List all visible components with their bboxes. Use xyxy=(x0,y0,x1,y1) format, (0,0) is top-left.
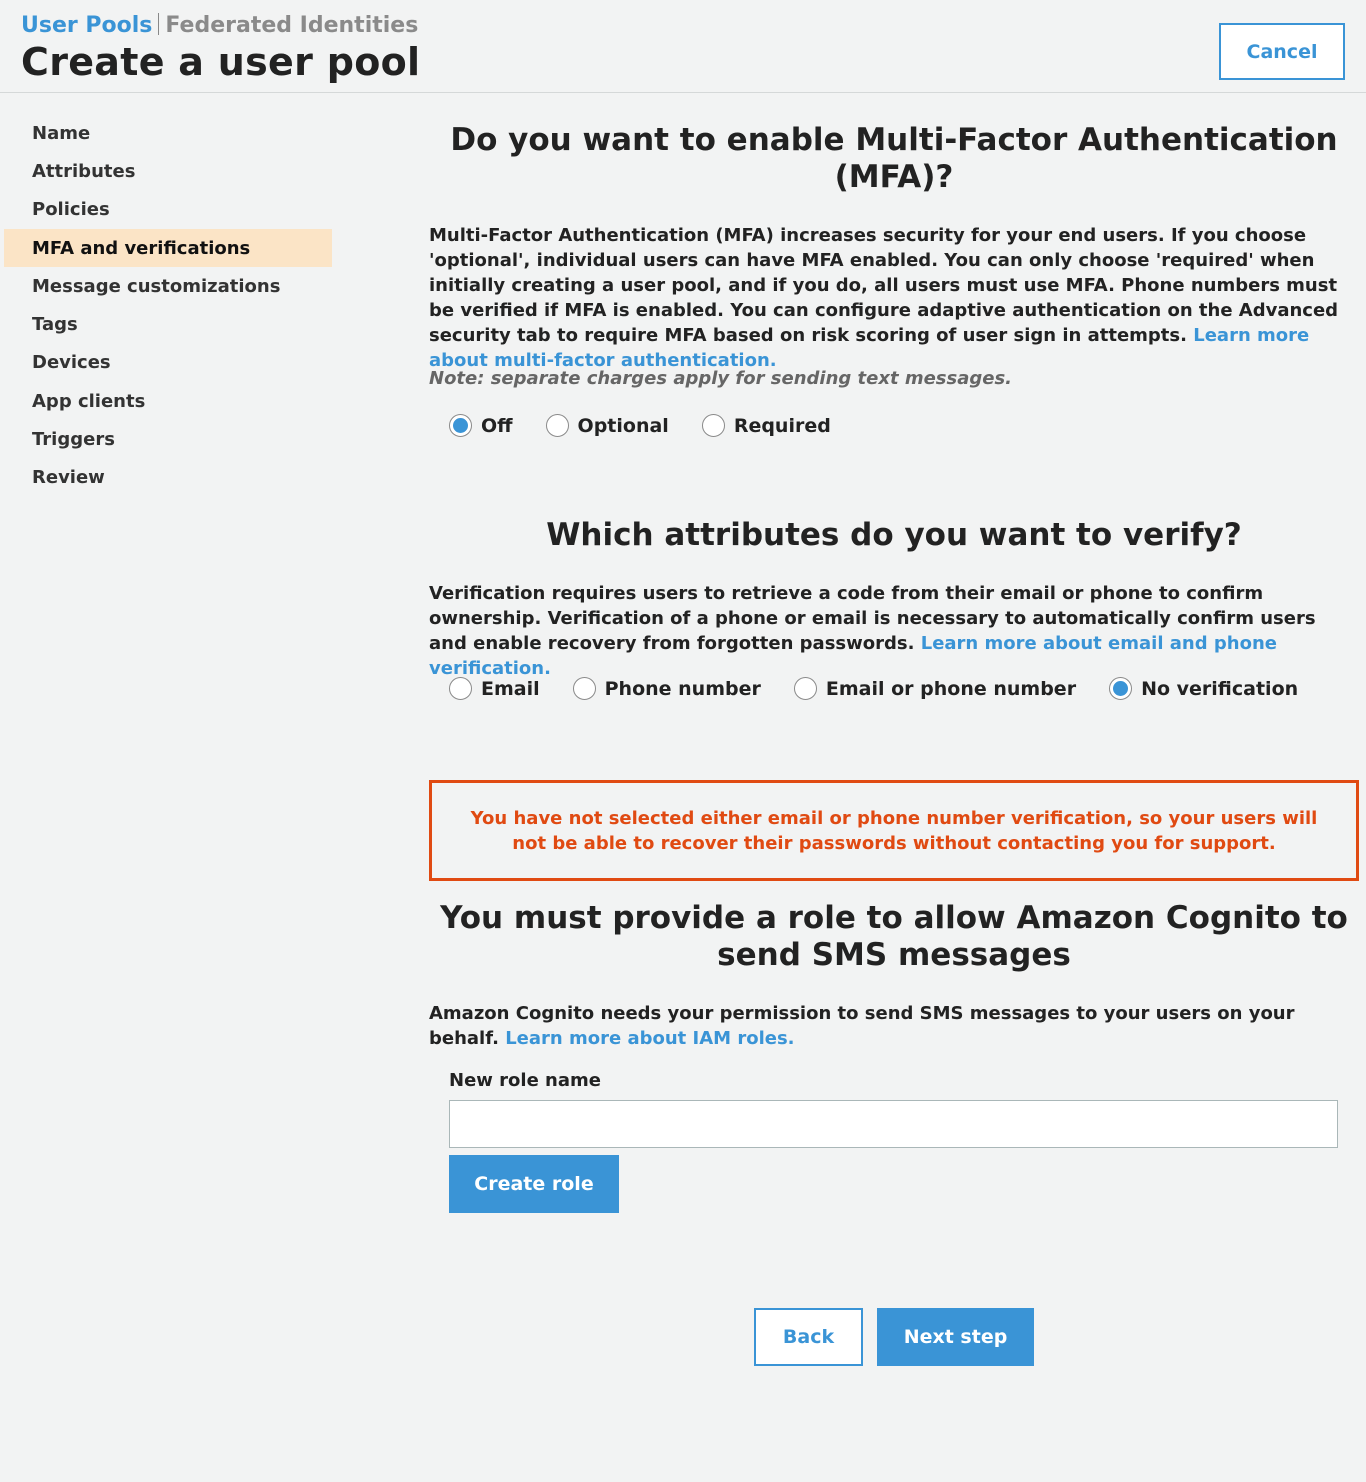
radio-button[interactable] xyxy=(545,414,569,437)
verify-option-email[interactable]: Email xyxy=(449,677,540,700)
sms-role-description: Amazon Cognito needs your permission to … xyxy=(429,1001,1359,1051)
verify-option-none-label: No verification xyxy=(1141,677,1299,700)
breadcrumb: User Pools Federated Identities xyxy=(21,13,418,38)
mfa-option-optional-label: Optional xyxy=(577,414,669,437)
sidebar-item-review[interactable]: Review xyxy=(0,459,335,497)
radio-button-checked[interactable] xyxy=(449,414,472,437)
verify-option-phone-label: Phone number xyxy=(604,677,761,700)
sidebar-item-name[interactable]: Name xyxy=(0,114,335,152)
sidebar-item-triggers[interactable]: Triggers xyxy=(0,420,335,458)
mfa-option-off-label: Off xyxy=(481,414,513,437)
mfa-section-title: Do you want to enable Multi-Factor Authe… xyxy=(450,122,1338,195)
radio-button[interactable] xyxy=(701,414,725,437)
radio-button-checked[interactable] xyxy=(1109,677,1133,700)
verify-option-phone[interactable]: Phone number xyxy=(572,677,761,700)
role-name-label: New role name xyxy=(449,1070,601,1091)
sidebar-item-message-customizations[interactable]: Message customizations xyxy=(0,267,335,305)
breadcrumb-user-pools[interactable]: User Pools xyxy=(21,13,152,38)
role-name-input[interactable] xyxy=(449,1100,1338,1148)
mfa-description: Multi-Factor Authentication (MFA) increa… xyxy=(429,223,1359,373)
verify-option-email-label: Email xyxy=(481,677,540,700)
verify-option-email-or-phone[interactable]: Email or phone number xyxy=(793,677,1077,700)
wizard-sidebar: Name Attributes Policies MFA and verific… xyxy=(0,114,335,497)
sidebar-item-devices[interactable]: Devices xyxy=(0,344,335,382)
verification-warning: You have not selected either email or ph… xyxy=(429,780,1359,881)
mfa-radio-group: Off Optional Required xyxy=(449,414,831,437)
page-header: User Pools Federated Identities Create a … xyxy=(0,0,1366,93)
mfa-option-required[interactable]: Required xyxy=(701,414,831,437)
breadcrumb-federated-identities[interactable]: Federated Identities xyxy=(165,13,418,38)
next-step-button[interactable]: Next step xyxy=(877,1308,1034,1366)
mfa-option-off[interactable]: Off xyxy=(449,414,513,437)
radio-button[interactable] xyxy=(449,677,472,700)
verification-warning-text: You have not selected either email or ph… xyxy=(470,807,1318,854)
create-role-button[interactable]: Create role xyxy=(449,1155,619,1213)
sidebar-item-attributes[interactable]: Attributes xyxy=(0,152,335,190)
sms-role-section-title: You must provide a role to allow Amazon … xyxy=(440,900,1348,973)
breadcrumb-divider xyxy=(158,13,160,35)
verify-section-title: Which attributes do you want to verify? xyxy=(546,517,1242,553)
cancel-button[interactable]: Cancel xyxy=(1219,23,1345,80)
mfa-option-optional[interactable]: Optional xyxy=(545,414,669,437)
verify-option-email-or-phone-label: Email or phone number xyxy=(825,677,1077,700)
radio-button[interactable] xyxy=(793,677,817,700)
mfa-charges-note: Note: separate charges apply for sending… xyxy=(429,368,1013,389)
verify-option-none[interactable]: No verification xyxy=(1109,677,1298,700)
mfa-option-required-label: Required xyxy=(733,414,831,437)
sidebar-item-mfa-and-verifications[interactable]: MFA and verifications xyxy=(4,228,332,268)
sidebar-item-policies[interactable]: Policies xyxy=(0,191,335,229)
page-title: Create a user pool xyxy=(21,40,421,84)
sidebar-item-tags[interactable]: Tags xyxy=(0,305,335,343)
back-button[interactable]: Back xyxy=(754,1308,863,1366)
verify-description: Verification requires users to retrieve … xyxy=(429,581,1359,681)
iam-roles-learn-more-link[interactable]: Learn more about IAM roles. xyxy=(505,1028,794,1049)
sidebar-item-app-clients[interactable]: App clients xyxy=(0,382,335,420)
verify-radio-group: Email Phone number Email or phone number… xyxy=(449,677,1298,700)
radio-button[interactable] xyxy=(572,677,596,700)
